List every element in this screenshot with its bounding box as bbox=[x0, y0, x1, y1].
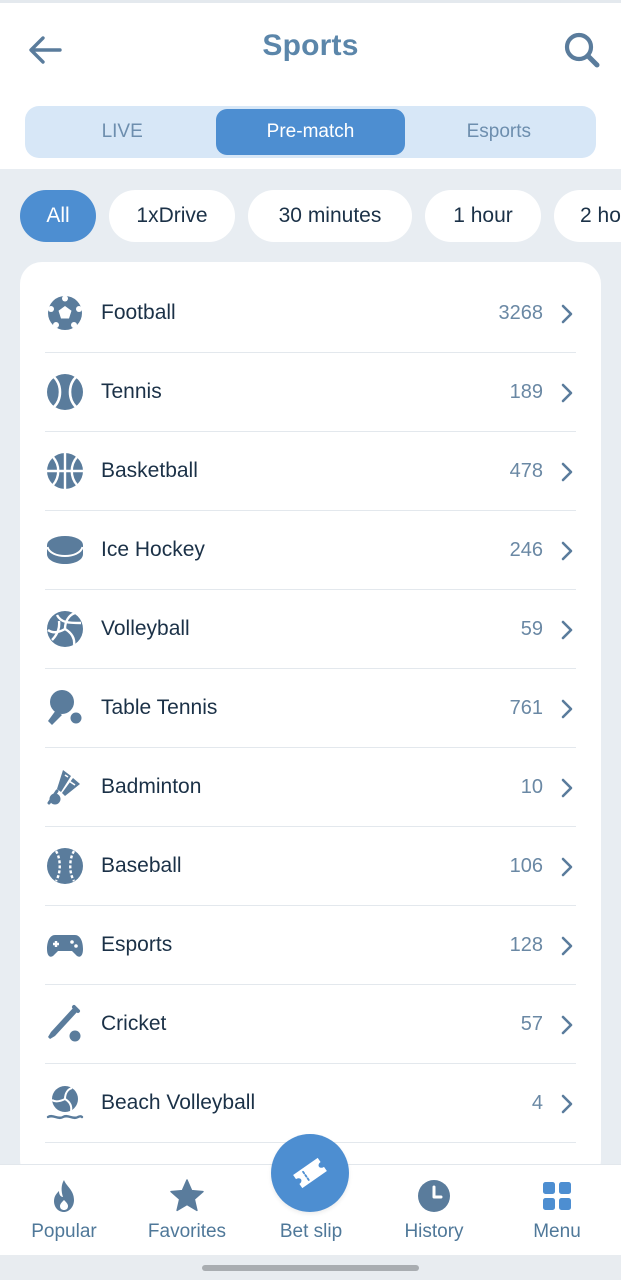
home-indicator[interactable] bbox=[202, 1265, 419, 1271]
sport-name: Cricket bbox=[101, 1012, 167, 1035]
sport-row-football[interactable]: Football 3268 bbox=[45, 274, 576, 353]
nav-label: Menu bbox=[533, 1221, 581, 1242]
sport-count: 59 bbox=[520, 618, 543, 640]
search-button[interactable] bbox=[558, 27, 606, 73]
chevron-right-icon bbox=[561, 304, 573, 324]
sport-name: Esports bbox=[101, 933, 173, 956]
filter-chip-30-minutes[interactable]: 30 minutes bbox=[248, 190, 412, 242]
sport-row-table-tennis[interactable]: Table Tennis 761 bbox=[45, 669, 576, 748]
sport-count: 128 bbox=[509, 934, 543, 956]
sport-count: 189 bbox=[509, 381, 543, 403]
sport-count: 10 bbox=[520, 776, 543, 798]
filter-chip-1-hour[interactable]: 1 hour bbox=[425, 190, 541, 242]
sports-list: Football 3268 Tennis 189 Basketball 478 bbox=[20, 262, 601, 1182]
football-icon bbox=[48, 295, 82, 330]
chevron-right-icon bbox=[561, 1094, 573, 1114]
sport-name: Tennis bbox=[101, 380, 162, 403]
gamepad-icon bbox=[47, 935, 83, 957]
sport-count: 478 bbox=[509, 460, 543, 482]
nav-label: Popular bbox=[31, 1221, 97, 1242]
sport-row-esports[interactable]: Esports 128 bbox=[45, 906, 576, 985]
sport-count: 57 bbox=[520, 1013, 543, 1035]
tennis-ball-icon bbox=[47, 374, 83, 410]
chevron-right-icon bbox=[561, 936, 573, 956]
page-title: Sports bbox=[262, 29, 359, 62]
nav-menu[interactable]: Menu bbox=[495, 1165, 619, 1256]
nav-history[interactable]: History bbox=[372, 1165, 496, 1256]
sport-row-basketball[interactable]: Basketball 478 bbox=[45, 432, 576, 511]
chevron-right-icon bbox=[561, 1015, 573, 1035]
sport-count: 106 bbox=[509, 855, 543, 877]
sport-name: Ice Hockey bbox=[101, 538, 205, 561]
tab-pre-match[interactable]: Pre-match bbox=[216, 109, 405, 155]
chevron-right-icon bbox=[561, 462, 573, 482]
search-icon bbox=[564, 32, 600, 68]
sport-count: 246 bbox=[509, 539, 543, 561]
sport-name: Football bbox=[101, 301, 176, 324]
sport-row-badminton[interactable]: Badminton 10 bbox=[45, 748, 576, 827]
sport-row-beach-volleyball[interactable]: Beach Volleyball 4 bbox=[45, 1064, 576, 1143]
chevron-right-icon bbox=[561, 778, 573, 798]
filter-chip-all[interactable]: All bbox=[20, 190, 96, 242]
nav-label: Bet slip bbox=[279, 1221, 343, 1242]
chevron-right-icon bbox=[561, 857, 573, 877]
ticket-icon bbox=[293, 1157, 327, 1189]
baseball-icon bbox=[47, 848, 83, 884]
nav-label: History bbox=[404, 1221, 464, 1242]
flame-icon bbox=[54, 1180, 74, 1212]
sport-row-volleyball[interactable]: Volleyball 59 bbox=[45, 590, 576, 669]
chevron-right-icon bbox=[561, 620, 573, 640]
sport-count: 761 bbox=[509, 697, 543, 719]
clock-icon bbox=[418, 1180, 450, 1212]
nav-popular[interactable]: Popular bbox=[2, 1165, 126, 1256]
tab-esports[interactable]: Esports bbox=[405, 109, 593, 155]
sport-count: 4 bbox=[531, 1092, 543, 1114]
star-icon bbox=[170, 1179, 204, 1212]
shuttlecock-icon bbox=[47, 770, 80, 805]
volleyball-icon bbox=[47, 611, 83, 647]
nav-label: Favorites bbox=[147, 1221, 227, 1242]
sport-name: Baseball bbox=[101, 854, 182, 877]
sport-name: Beach Volleyball bbox=[101, 1091, 256, 1114]
hockey-puck-icon bbox=[46, 536, 84, 564]
sport-count: 3268 bbox=[498, 302, 544, 324]
tab-live[interactable]: LIVE bbox=[28, 109, 216, 155]
sport-name: Badminton bbox=[101, 775, 202, 798]
filter-chip-1xdrive[interactable]: 1xDrive bbox=[109, 190, 235, 242]
basketball-icon bbox=[47, 453, 83, 489]
chevron-right-icon bbox=[561, 699, 573, 719]
mode-tabs: LIVE Pre-match Esports bbox=[25, 106, 596, 158]
nav-favorites[interactable]: Favorites bbox=[125, 1165, 249, 1256]
cricket-bat-icon bbox=[48, 1005, 81, 1042]
sport-row-ice-hockey[interactable]: Ice Hockey 246 bbox=[45, 511, 576, 590]
header: Sports LIVE Pre-match Esports bbox=[0, 3, 621, 169]
system-navigation-bar bbox=[0, 1255, 621, 1280]
sport-name: Volleyball bbox=[101, 617, 190, 640]
sport-name: Table Tennis bbox=[101, 696, 218, 719]
filter-chip-2-hours[interactable]: 2 hours bbox=[554, 190, 621, 242]
sport-row-baseball[interactable]: Baseball 106 bbox=[45, 827, 576, 906]
table-tennis-paddle-icon bbox=[48, 690, 82, 725]
grid-icon bbox=[543, 1182, 571, 1210]
chevron-right-icon bbox=[561, 541, 573, 561]
time-filter-chips: All 1xDrive 30 minutes 1 hour 2 hours bbox=[0, 190, 621, 242]
chevron-right-icon bbox=[561, 383, 573, 403]
bet-slip-button[interactable] bbox=[271, 1134, 349, 1212]
beach-volleyball-icon bbox=[46, 1086, 84, 1120]
sport-row-tennis[interactable]: Tennis 189 bbox=[45, 353, 576, 432]
sport-row-cricket[interactable]: Cricket 57 bbox=[45, 985, 576, 1064]
sport-name: Basketball bbox=[101, 459, 198, 482]
